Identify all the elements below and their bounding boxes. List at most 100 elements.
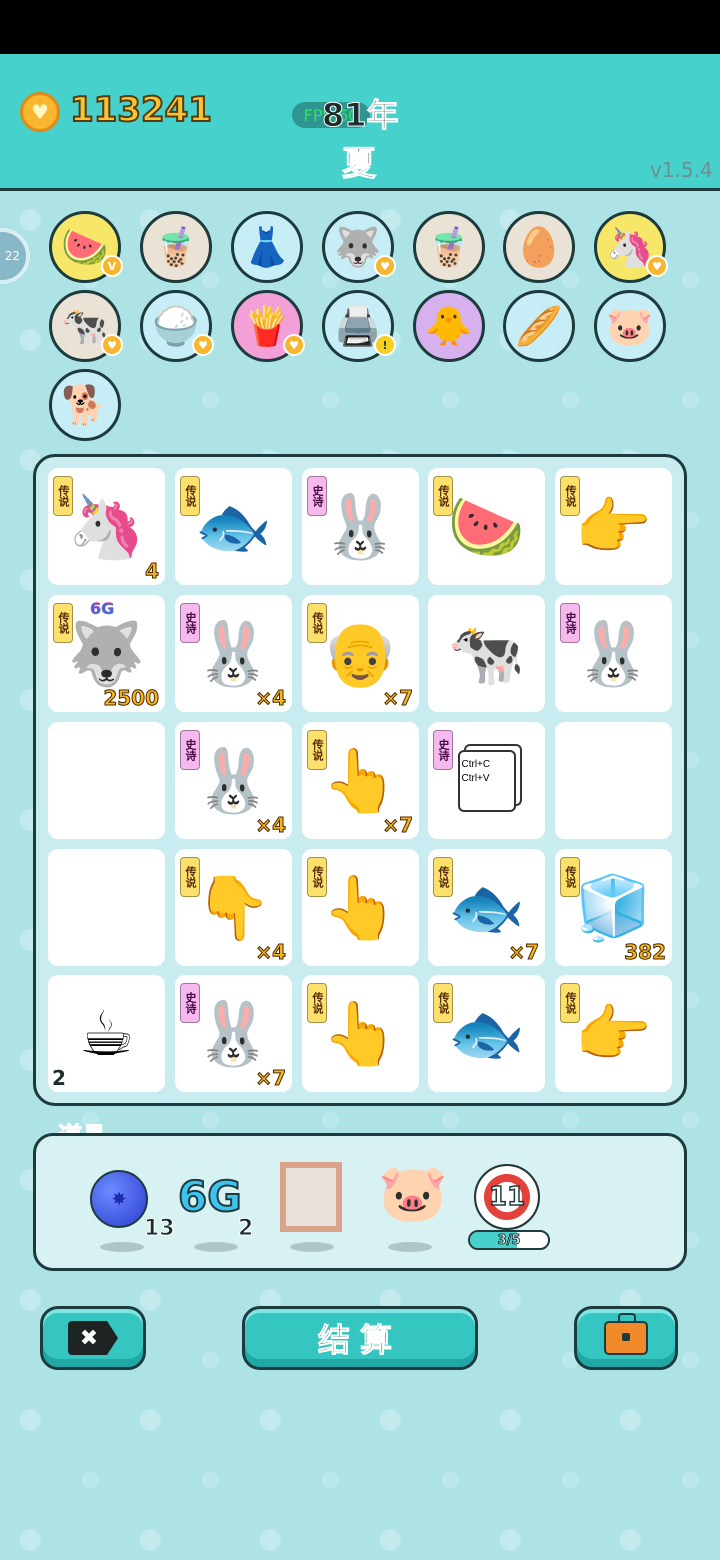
refrigerator-icon: 🧊 [574,870,653,944]
koi-fish-icon: 🐟 [447,996,526,1070]
coin-heart-icon: ♥ [20,92,60,132]
rabbit-tent-icon: 🐰 [574,616,653,690]
prop-shadow [100,1242,144,1252]
coffee-cup-icon: ☕ [78,996,135,1070]
item-count: ×4 [255,813,287,838]
board-cell[interactable]: 🧊 传说 382 [555,849,672,966]
rabbit-tent-icon: 🐰 [194,616,273,690]
board-cell[interactable]: 🐰 史诗 ×7 [175,975,292,1092]
board-cell[interactable]: 👉 传说 [555,468,672,585]
game-year: 81年 [322,96,400,135]
progress-label: 3/5 [497,1232,521,1248]
prop-shadow [194,1242,238,1252]
item-count: 2 [52,1066,66,1090]
board-cell[interactable]: 👴 传说 ×7 [302,595,419,712]
board-cell[interactable]: 🐰 史诗 ×4 [175,595,292,712]
board-cell[interactable]: 🐟 传说 [428,975,545,1092]
prop-target[interactable]: 11 3/5 [468,1158,550,1258]
6g-icon: 6G [177,1171,243,1222]
wafer-sticks-icon[interactable]: 🥖 [503,290,575,362]
pointing-right-hand-icon: 👉 [574,489,653,563]
blueberry-icon: ✸ [90,1170,148,1228]
bubble-tea-icon[interactable]: 🧋 [140,211,212,283]
rarity-tag: 传说 [307,603,327,643]
prop-blueberry[interactable]: ✸ 13 [82,1158,175,1258]
item-count: ×7 [255,1066,287,1091]
board-cell[interactable]: 🐰 史诗 ×4 [175,722,292,839]
board-cell[interactable]: 👆 传说 [302,975,419,1092]
prop-piggy-bank[interactable]: 🐷 [370,1158,450,1258]
board-cell[interactable]: Ctrl+C Ctrl+V 史诗 [428,722,545,839]
item-board: 🦄 传说 4 🐟 传说 🐰 史诗 🍉 传说 👉 传说 🐺 传说 6G 2500 🐰 史诗 ×4 👴 传说 ×7 🐄 🐰 史诗 🐰… [33,454,687,1106]
chick-egg-icon[interactable]: 🐥 [413,290,485,362]
target-value: 11 [488,1181,526,1213]
prop-frame[interactable] [272,1158,352,1258]
item-badge: ♥ [283,334,305,356]
rarity-tag: 传说 [53,476,73,516]
pleated-skirt-icon[interactable]: 👗 [231,211,303,283]
board-empty-slot[interactable] [48,722,165,839]
board-cell[interactable]: 🐰 史诗 [555,595,672,712]
rarity-tag: 传说 [307,857,327,897]
board-cell[interactable]: 👇 传说 ×4 [175,849,292,966]
egg-tray-icon[interactable]: 🥚 [503,211,575,283]
rarity-tag: 史诗 [180,730,200,770]
board-cell[interactable]: 🐟 传说 ×7 [428,849,545,966]
game-season: 夏 [342,144,377,185]
item-count: ×7 [508,940,540,965]
6g-label: 6G [90,599,115,619]
item-badge: V [101,255,123,277]
board-cell[interactable]: 🍉 传说 [428,468,545,585]
board-cell[interactable]: ☕ 2 [48,975,165,1092]
target-icon: 11 [474,1164,540,1230]
bubble-tea-icon[interactable]: 🧋 [413,211,485,283]
status-bar [0,0,720,54]
item-count: ×4 [255,940,287,965]
piggy-bank-icon: 🐷 [378,1161,448,1226]
pointing-up-hand-icon: 👆 [321,870,400,944]
rarity-tag: 史诗 [180,983,200,1023]
board-cell[interactable]: 👆 传说 ×7 [302,722,419,839]
rarity-tag: 史诗 [307,476,327,516]
rarity-tag: 传说 [433,857,453,897]
rarity-tag: 传说 [180,857,200,897]
version-label: v1.5.4 [650,158,713,182]
old-man-glasses-icon: 👴 [321,616,400,690]
rarity-tag: 史诗 [180,603,200,643]
unicorn-icon: 🦄 [67,489,146,563]
item-badge: ♥ [374,255,396,277]
board-cell[interactable]: 🦄 传说 4 [48,468,165,585]
pointing-right-hand-icon: 👉 [574,996,653,1070]
pointing-down-hand-icon: 👇 [194,870,273,944]
shiba-dog-icon[interactable]: 🐕 [49,369,121,441]
prop-6g[interactable]: 6G 2 [176,1158,256,1258]
item-count: 2500 [103,686,160,711]
item-count: ×4 [255,686,287,711]
item-badge: ♥ [101,334,123,356]
board-cell[interactable]: 👉 传说 [555,975,672,1092]
item-count: ×7 [382,686,414,711]
board-empty-slot[interactable] [555,722,672,839]
board-empty-slot[interactable] [48,849,165,966]
item-badge: ! [374,334,396,356]
board-cell[interactable]: 🐺 传说 6G 2500 [48,595,165,712]
bag-button[interactable] [574,1306,678,1370]
board-cell[interactable]: 🐟 传说 [175,468,292,585]
cancel-button[interactable]: ✖ [40,1306,146,1370]
side-bubble-label: 22 [4,249,20,263]
piggy-bank-icon[interactable]: 🐷 [594,290,666,362]
board-cell[interactable]: 👆 传说 [302,849,419,966]
prop-shadow [388,1242,432,1252]
koi-fish-icon: 🐟 [447,870,526,944]
side-drawer-button[interactable]: 22 [0,228,30,284]
rarity-tag: 传说 [560,476,580,516]
blueberry-count: 13 [144,1216,176,1242]
ctrl-v-text: Ctrl+V [461,772,490,784]
board-cell[interactable]: 🐰 史诗 [302,468,419,585]
settle-button[interactable]: 结算 [242,1306,478,1370]
prop-shadow [290,1242,334,1252]
cow-icon: 🐄 [447,616,526,690]
husky-king-icon: 🐺 [67,616,146,690]
rabbit-tent-icon: 🐰 [321,489,400,563]
board-cell[interactable]: 🐄 [428,595,545,712]
